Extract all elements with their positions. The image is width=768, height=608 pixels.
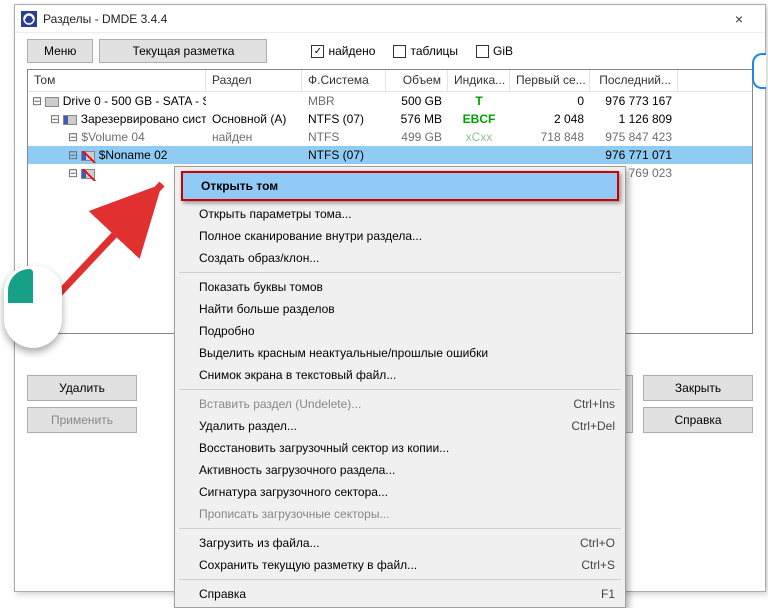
partition-cell <box>206 100 302 102</box>
context-menu: Открыть том Открыть параметры тома... По… <box>174 166 626 608</box>
first-sector-cell: 0 <box>510 93 590 109</box>
menu-boot-activity[interactable]: Активность загрузочного раздела... <box>177 459 623 481</box>
titlebar: Разделы - DMDE 3.4.4 × <box>15 5 765 33</box>
col-fs[interactable]: Ф.Система <box>302 70 386 91</box>
size-cell: 499 GB <box>386 129 448 145</box>
tables-checkbox[interactable]: таблицы <box>393 44 458 58</box>
menu-button[interactable]: Меню <box>27 39 93 63</box>
fs-cell: NTFS (07) <box>302 111 386 127</box>
menu-help[interactable]: СправкаF1 <box>177 583 623 605</box>
window-title: Разделы - DMDE 3.4.4 <box>43 12 719 26</box>
partition-cell: Основной (A) <box>206 111 302 127</box>
tree-toggle-icon: ⊟ <box>68 166 81 180</box>
mouse-hint-icon <box>4 266 74 358</box>
menu-find-more[interactable]: Найти больше разделов <box>177 298 623 320</box>
tree-toggle-icon: ⊟ <box>68 148 81 162</box>
close-button[interactable]: Закрыть <box>643 375 753 401</box>
indicator-cell: EBCF <box>448 111 510 127</box>
col-last[interactable]: Последний... <box>590 70 678 91</box>
indicator-cell <box>448 154 510 156</box>
tree-toggle-icon: ⊟ <box>32 94 45 108</box>
menu-mark-red[interactable]: Выделить красным неактуальные/прошлые ош… <box>177 342 623 364</box>
size-cell <box>386 154 448 156</box>
menu-details[interactable]: Подробно <box>177 320 623 342</box>
menu-open-params[interactable]: Открыть параметры тома... <box>177 203 623 225</box>
checkbox-icon <box>393 45 406 58</box>
table-row[interactable]: ⊟ $Noname 02 NTFS (07) 976 771 071 <box>28 146 752 164</box>
menu-separator <box>179 528 621 529</box>
tree-toggle-icon: ⊟ <box>68 130 81 144</box>
first-sector-cell: 718 848 <box>510 129 590 145</box>
menu-open-volume[interactable]: Открыть том <box>181 171 619 201</box>
menu-write-boot[interactable]: Прописать загрузочные секторы... <box>177 503 623 525</box>
last-sector-cell: 975 847 423 <box>590 129 678 145</box>
table-row[interactable]: ⊟ $Volume 04 найденNTFS499 GBxCxx718 8489… <box>28 128 752 146</box>
col-partition[interactable]: Раздел <box>206 70 302 91</box>
last-sector-cell: 976 773 167 <box>590 93 678 109</box>
tree-toggle-icon: ⊟ <box>50 112 63 126</box>
volume-name: $Volume 04 <box>81 130 144 144</box>
col-volume[interactable]: Том <box>28 70 206 91</box>
close-icon[interactable]: × <box>719 7 759 31</box>
size-cell: 576 MB <box>386 111 448 127</box>
first-sector-cell <box>510 154 590 156</box>
menu-boot-signature[interactable]: Сигнатура загрузочного сектора... <box>177 481 623 503</box>
col-first[interactable]: Первый се... <box>510 70 590 91</box>
last-sector-cell: 976 771 071 <box>590 147 678 163</box>
menu-delete-partition[interactable]: Удалить раздел...Ctrl+Del <box>177 415 623 437</box>
checkbox-checked-icon: ✓ <box>311 45 324 58</box>
found-checkbox[interactable]: ✓ найдено <box>311 44 375 58</box>
fs-cell: MBR <box>302 93 386 109</box>
help-button[interactable]: Справка <box>643 407 753 433</box>
current-layout-button[interactable]: Текущая разметка <box>99 39 267 63</box>
gib-checkbox[interactable]: GiB <box>476 44 513 58</box>
fs-cell: NTFS <box>302 129 386 145</box>
menu-separator <box>179 579 621 580</box>
menu-restore-boot[interactable]: Восстановить загрузочный сектор из копии… <box>177 437 623 459</box>
size-cell: 500 GB <box>386 93 448 109</box>
menu-show-letters[interactable]: Показать буквы томов <box>177 276 623 298</box>
volume-name: Drive 0 - 500 GB - SATA - S... <box>63 94 206 108</box>
toolbar: Меню Текущая разметка ✓ найдено таблицы … <box>15 33 765 69</box>
col-indicator[interactable]: Индика... <box>448 70 510 91</box>
fs-cell: NTFS (07) <box>302 147 386 163</box>
menu-create-image[interactable]: Создать образ/клон... <box>177 247 623 269</box>
table-row[interactable]: ⊟ Зарезервировано сист...Основной (A)NTF… <box>28 110 752 128</box>
col-size[interactable]: Объем <box>386 70 448 91</box>
menu-full-scan[interactable]: Полное сканирование внутри раздела... <box>177 225 623 247</box>
volume-name: $Noname 02 <box>99 148 168 162</box>
menu-insert-partition[interactable]: Вставить раздел (Undelete)...Ctrl+Ins <box>177 393 623 415</box>
partition-cell <box>206 154 302 156</box>
menu-load-file[interactable]: Загрузить из файла...Ctrl+O <box>177 532 623 554</box>
checkbox-icon <box>476 45 489 58</box>
table-row[interactable]: ⊟ Drive 0 - 500 GB - SATA - S... MBR500 G… <box>28 92 752 110</box>
menu-save-layout[interactable]: Сохранить текущую разметку в файл...Ctrl… <box>177 554 623 576</box>
table-header: Том Раздел Ф.Система Объем Индика... Пер… <box>28 70 752 92</box>
side-tab[interactable] <box>752 53 766 89</box>
indicator-cell: T <box>448 93 510 109</box>
volume-name: Зарезервировано сист... <box>81 112 206 126</box>
indicator-cell: xCxx <box>448 129 510 145</box>
menu-separator <box>179 272 621 273</box>
menu-screenshot-txt[interactable]: Снимок экрана в текстовый файл... <box>177 364 623 386</box>
partition-cell: найден <box>206 129 302 145</box>
first-sector-cell: 2 048 <box>510 111 590 127</box>
last-sector-cell: 1 126 809 <box>590 111 678 127</box>
app-icon <box>21 11 37 27</box>
menu-separator <box>179 389 621 390</box>
